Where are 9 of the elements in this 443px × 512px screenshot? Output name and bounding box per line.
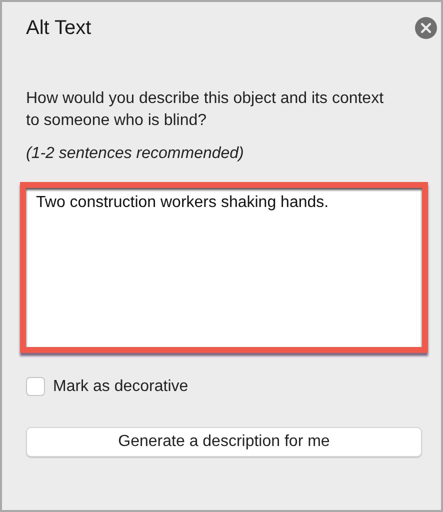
decorative-checkbox[interactable] <box>26 377 45 396</box>
description-field[interactable]: Two construction workers shaking hands. <box>20 182 428 353</box>
hint-text: (1-2 sentences recommended) <box>26 145 245 163</box>
close-button[interactable] <box>415 17 437 39</box>
close-icon <box>421 23 431 33</box>
checkbox-label[interactable]: Mark as decorative <box>53 378 188 396</box>
generate-button[interactable]: Generate a description for me <box>26 427 422 457</box>
prompt-text: How would you describe this object and its context to someone who is blind? <box>26 89 385 131</box>
panel-title: Alt Text <box>26 16 92 40</box>
